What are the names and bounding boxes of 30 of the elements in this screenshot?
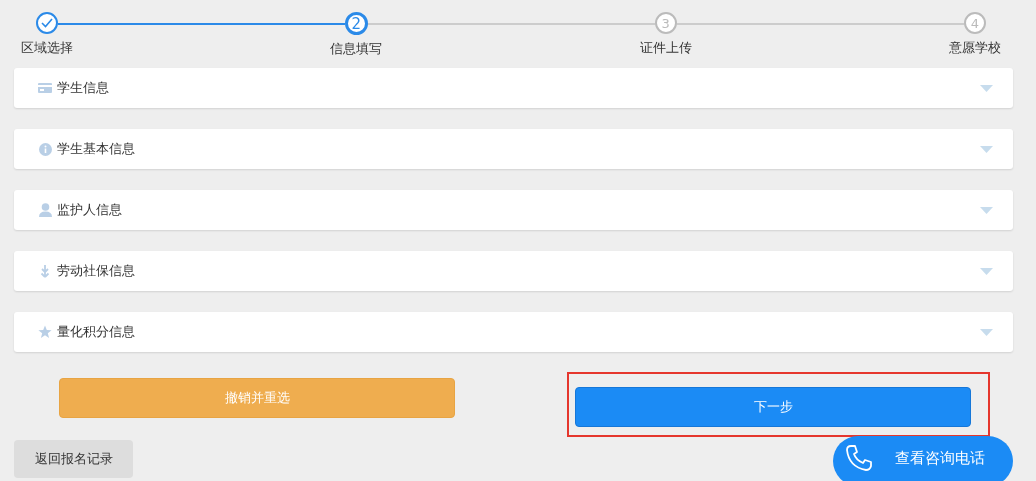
section-title: 劳动社保信息 [57, 262, 136, 280]
sprout-icon [40, 264, 50, 278]
step-marker: 2 [344, 12, 368, 35]
section-header[interactable]: 学生基本信息 [14, 129, 1013, 169]
step-label: 证件上传 [639, 39, 692, 57]
section-header[interactable]: 量化积分信息 [14, 312, 1013, 352]
caret-icon [980, 267, 993, 275]
section-title: 监护人信息 [57, 201, 123, 219]
back-button[interactable]: 返回报名记录 [14, 440, 133, 478]
section-title: 学生基本信息 [57, 140, 136, 158]
person-icon [38, 203, 52, 217]
step-marker: 3 [654, 12, 677, 34]
step-marker: 4 [964, 12, 986, 34]
section-header[interactable]: 监护人信息 [14, 190, 1013, 230]
caret-icon [980, 145, 993, 153]
caret-icon [980, 328, 993, 336]
caret-icon [980, 84, 993, 92]
phone-icon [845, 444, 873, 472]
step-label: 区域选择 [21, 39, 73, 57]
section-title: 学生信息 [57, 79, 110, 97]
section-title: 量化积分信息 [57, 323, 136, 341]
star-icon [38, 325, 52, 339]
step-label: 意愿学校 [949, 39, 1001, 57]
check-icon [41, 18, 53, 28]
caret-icon [980, 206, 993, 214]
card-icon [38, 83, 52, 93]
section-header[interactable]: 劳动社保信息 [14, 251, 1013, 291]
step-label: 信息填写 [330, 40, 383, 58]
section-header[interactable]: 学生信息 [14, 68, 1013, 108]
info-icon [38, 142, 52, 156]
